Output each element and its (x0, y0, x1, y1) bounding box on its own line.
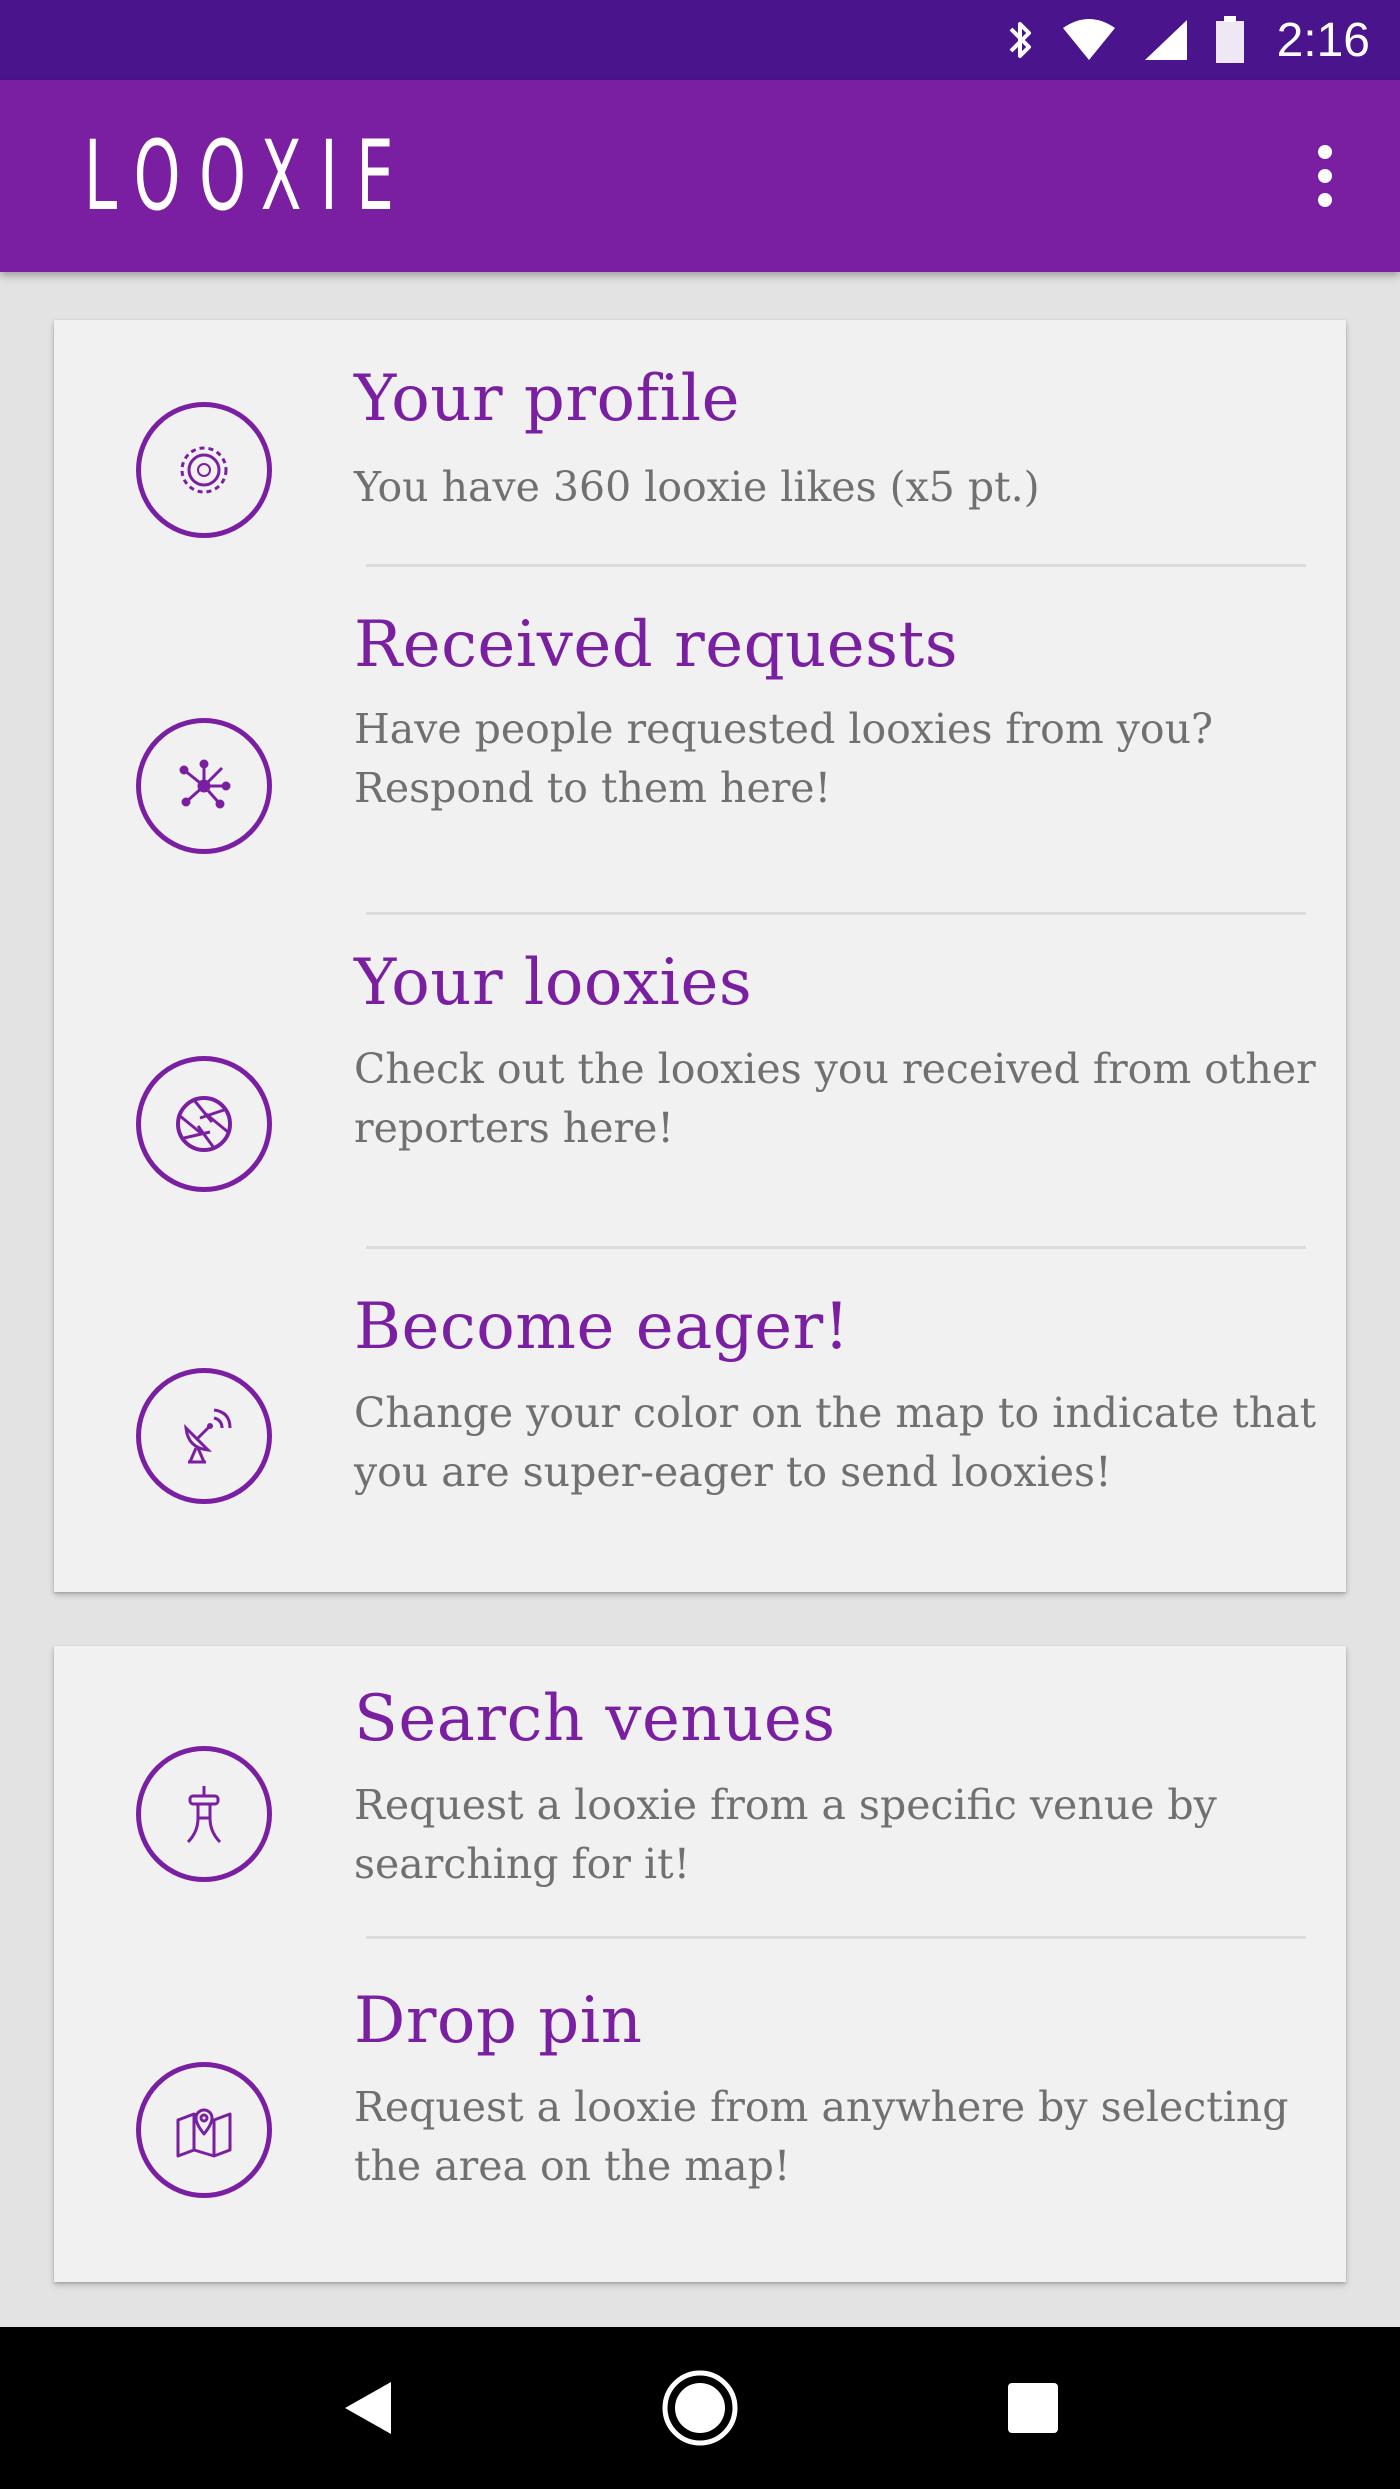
divider (366, 912, 1306, 915)
menu-item-title: Received requests (354, 608, 959, 682)
menu-item-search-venues[interactable]: Search venues Request a looxie from a sp… (54, 1646, 1346, 1938)
menu-item-received-requests[interactable]: Received requests Have people requested … (54, 568, 1346, 904)
menu-item-title: Your looxies (354, 946, 753, 1020)
menu-item-title: Your profile (354, 362, 740, 436)
gear-icon (136, 402, 272, 538)
menu-card-primary: Your profile You have 360 looxie likes (… (54, 320, 1346, 1592)
wifi-icon (1061, 18, 1117, 62)
bluetooth-icon (1005, 17, 1035, 63)
menu-item-title: Drop pin (354, 1984, 643, 2058)
menu-item-drop-pin[interactable]: Drop pin Request a looxie from anywhere … (54, 1940, 1346, 2282)
menu-item-description: You have 360 looxie likes (x5 pt.) (354, 463, 1040, 511)
menu-item-title: Search venues (354, 1682, 836, 1756)
status-bar: 2:16 (0, 0, 1400, 80)
satellite-dish-icon (136, 1368, 272, 1504)
menu-item-description: Check out the looxies you received from … (354, 1045, 1316, 1152)
menu-item-become-eager[interactable]: Become eager! Change your color on the m… (54, 1250, 1346, 1592)
back-icon[interactable] (307, 2348, 427, 2468)
app-title: LOOXIE (84, 120, 413, 232)
menu-item-title: Become eager! (354, 1290, 850, 1364)
divider (366, 1936, 1306, 1939)
divider (366, 564, 1306, 567)
recents-icon[interactable] (973, 2348, 1093, 2468)
menu-item-your-looxies[interactable]: Your looxies Check out the looxies you r… (54, 916, 1346, 1252)
menu-item-description: Request a looxie from a specific venue b… (354, 1781, 1217, 1888)
signal-icon (1143, 18, 1189, 62)
menu-item-description: Change your color on the map to indicate… (354, 1389, 1317, 1496)
divider (366, 1246, 1306, 1249)
map-pin-icon (136, 2062, 272, 2198)
menu-item-description: Have people requested looxies from you? … (354, 705, 1213, 812)
home-icon[interactable] (640, 2348, 760, 2468)
overflow-menu-icon[interactable] (1308, 135, 1342, 217)
navigation-bar (0, 2327, 1400, 2489)
tower-icon (136, 1746, 272, 1882)
menu-card-requests: Search venues Request a looxie from a sp… (54, 1646, 1346, 2282)
menu-item-your-profile[interactable]: Your profile You have 360 looxie likes (… (54, 320, 1346, 566)
camera-aperture-icon (136, 1056, 272, 1192)
status-clock: 2:16 (1276, 13, 1370, 67)
battery-icon (1215, 16, 1245, 64)
app-bar: LOOXIE (0, 80, 1400, 272)
network-icon (136, 718, 272, 854)
menu-item-description: Request a looxie from anywhere by select… (354, 2083, 1289, 2190)
